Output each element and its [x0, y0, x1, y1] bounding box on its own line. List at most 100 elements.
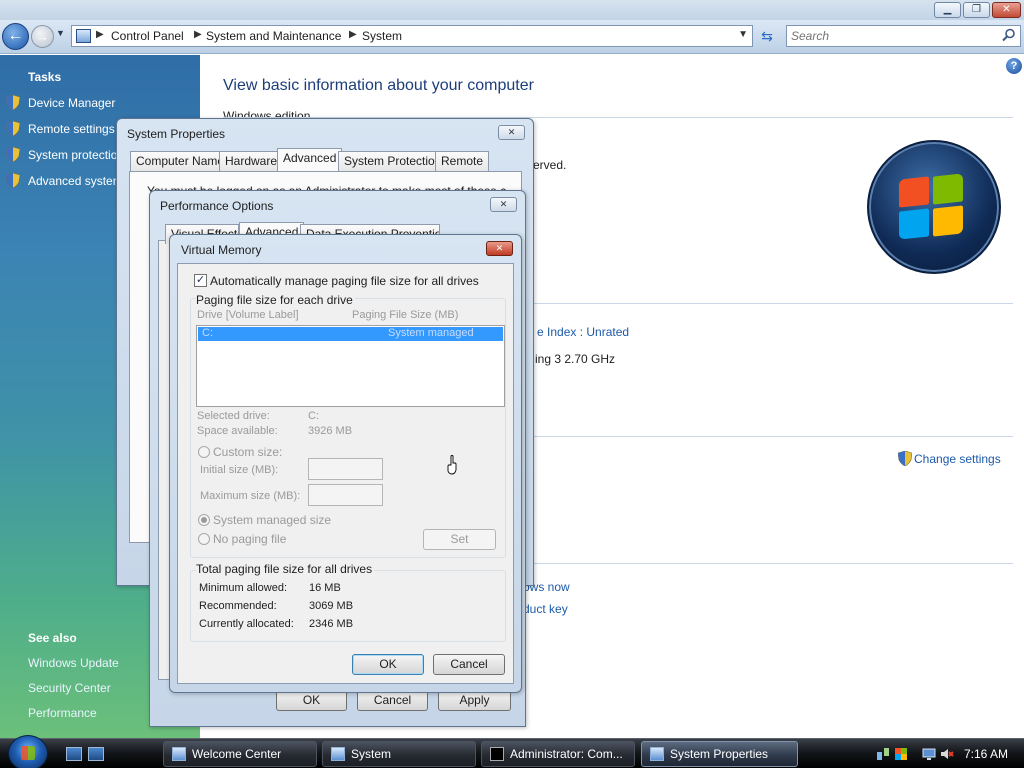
- no-paging-label: No paging file: [213, 532, 287, 546]
- custom-size-radio[interactable]: [198, 446, 210, 458]
- volume-muted-icon[interactable]: [940, 747, 954, 761]
- switch-windows-icon[interactable]: [88, 747, 104, 761]
- taskbar-welcome-center[interactable]: Welcome Center: [163, 741, 317, 767]
- taskbar-command-prompt[interactable]: Administrator: Com...: [481, 741, 635, 767]
- refresh-icon[interactable]: ⇆: [756, 26, 778, 46]
- navigation-bar: ← → ▼ ▶ Control Panel ▶ System and Maint…: [0, 20, 1024, 54]
- search-input[interactable]: [787, 26, 987, 46]
- search-box[interactable]: [786, 25, 1021, 47]
- recent-pages-dropdown[interactable]: ▼: [56, 28, 65, 38]
- breadcrumb-system-maintenance[interactable]: System and Maintenance: [206, 29, 341, 43]
- drive-list[interactable]: C: System managed: [196, 325, 505, 407]
- logo-green-pane: [933, 173, 963, 205]
- link-security-center[interactable]: Security Center: [28, 681, 111, 695]
- task-device-manager[interactable]: Device Manager: [6, 95, 116, 113]
- perf-ok-button[interactable]: OK: [276, 690, 347, 711]
- see-also-heading: See also: [28, 631, 77, 645]
- drive-row-size: System managed: [388, 327, 474, 339]
- link-windows-update[interactable]: Windows Update: [28, 656, 119, 670]
- back-button[interactable]: ←: [2, 23, 29, 50]
- security-center-icon[interactable]: [894, 747, 908, 761]
- tab-advanced[interactable]: Advanced: [277, 148, 343, 171]
- change-settings-link[interactable]: Change settings: [897, 450, 1001, 467]
- no-paging-radio[interactable]: [198, 533, 210, 545]
- auto-manage-label: Automatically manage paging file size fo…: [210, 274, 479, 288]
- command-prompt-icon: [490, 747, 504, 761]
- auto-manage-checkbox[interactable]: ✓: [194, 274, 207, 287]
- tab-remote[interactable]: Remote: [435, 151, 490, 171]
- dialog-title: Virtual Memory: [181, 243, 262, 257]
- custom-size-label: Custom size:: [213, 445, 283, 459]
- taskbar: Welcome Center System Administrator: Com…: [0, 735, 1024, 768]
- copyright-text: erved.: [533, 158, 567, 172]
- paging-file-heading: Paging file size for each drive: [196, 293, 355, 307]
- drive-row-c[interactable]: C: System managed: [198, 327, 503, 341]
- experience-index-link[interactable]: e Index : Unrated: [537, 325, 629, 339]
- maximize-button[interactable]: ❐: [963, 2, 990, 18]
- perf-cancel-button[interactable]: Cancel: [357, 690, 428, 711]
- min-allowed-value: 16 MB: [309, 582, 341, 594]
- system-icon: [331, 747, 345, 761]
- maximum-size-field[interactable]: [308, 484, 383, 506]
- breadcrumb-chevron-icon[interactable]: ▶: [349, 29, 357, 40]
- perf-apply-button[interactable]: Apply: [438, 690, 511, 711]
- monitor-icon[interactable]: [922, 747, 936, 761]
- minimize-button[interactable]: ▁: [934, 2, 961, 18]
- logo-yellow-pane: [933, 205, 963, 237]
- dialog-close-button[interactable]: ✕: [486, 241, 513, 256]
- allocated-value: 2346 MB: [309, 618, 354, 630]
- system-managed-radio[interactable]: [198, 514, 210, 526]
- shield-icon: [6, 147, 20, 162]
- totals-heading: Total paging file size for all drives: [196, 562, 375, 576]
- forward-button[interactable]: →: [31, 25, 54, 48]
- task-system-protection[interactable]: System protection: [6, 147, 116, 165]
- breadcrumb-control-panel[interactable]: Control Panel: [111, 29, 184, 43]
- start-button[interactable]: [8, 735, 48, 768]
- selected-drive-value: C:: [308, 410, 319, 422]
- network-icon[interactable]: [876, 747, 890, 761]
- column-drive-header: Drive [Volume Label]: [197, 309, 299, 321]
- tab-computer-name[interactable]: Computer Name: [130, 151, 231, 171]
- logo-blue-pane: [899, 208, 929, 240]
- allocated-label: Currently allocated:: [199, 618, 294, 630]
- drive-row-letter: C:: [202, 327, 213, 339]
- selected-drive-label: Selected drive:: [197, 410, 270, 422]
- close-button[interactable]: ✕: [992, 2, 1021, 18]
- shield-icon: [897, 450, 913, 467]
- breadcrumb-chevron-icon[interactable]: ▶: [96, 29, 104, 40]
- shield-icon: [6, 121, 20, 136]
- tab-system-protection[interactable]: System Protection: [338, 151, 448, 171]
- system-properties-icon: [650, 747, 664, 761]
- windows-logo: [867, 140, 1001, 274]
- taskbar-system-properties[interactable]: System Properties: [641, 741, 798, 767]
- address-dropdown-icon[interactable]: ▼: [738, 29, 748, 40]
- taskbar-system[interactable]: System: [322, 741, 476, 767]
- dialog-close-button[interactable]: ✕: [490, 197, 517, 212]
- taskbar-clock[interactable]: 7:16 AM: [964, 747, 1008, 761]
- recommended-value: 3069 MB: [309, 600, 354, 612]
- set-button[interactable]: Set: [423, 529, 496, 550]
- system-managed-label: System managed size: [213, 513, 332, 527]
- address-bar[interactable]: ▶ Control Panel ▶ System and Maintenance…: [71, 25, 753, 47]
- task-remote-settings[interactable]: Remote settings: [6, 121, 116, 139]
- search-icon[interactable]: [1002, 28, 1016, 42]
- vm-ok-button[interactable]: OK: [352, 654, 424, 675]
- control-panel-icon: [76, 29, 91, 43]
- maximum-size-label: Maximum size (MB):: [200, 490, 301, 502]
- help-icon[interactable]: ?: [1006, 58, 1022, 74]
- dialog-title: Performance Options: [160, 199, 274, 213]
- link-performance[interactable]: Performance: [28, 706, 97, 720]
- change-product-key-link[interactable]: duct key: [523, 602, 568, 616]
- show-desktop-icon[interactable]: [66, 747, 82, 761]
- dialog-close-button[interactable]: ✕: [498, 125, 525, 140]
- page-title: View basic information about your comput…: [223, 77, 534, 94]
- breadcrumb-system[interactable]: System: [362, 29, 402, 43]
- logo-red-pane: [899, 176, 929, 208]
- vm-cancel-button[interactable]: Cancel: [433, 654, 505, 675]
- initial-size-field[interactable]: [308, 458, 383, 480]
- shield-icon: [6, 173, 20, 188]
- task-advanced-system-settings[interactable]: Advanced system settings: [6, 173, 116, 191]
- breadcrumb-chevron-icon[interactable]: ▶: [194, 29, 202, 40]
- tab-hardware[interactable]: Hardware: [219, 151, 284, 171]
- window-titlebar: ▁ ❐ ✕: [0, 0, 1024, 20]
